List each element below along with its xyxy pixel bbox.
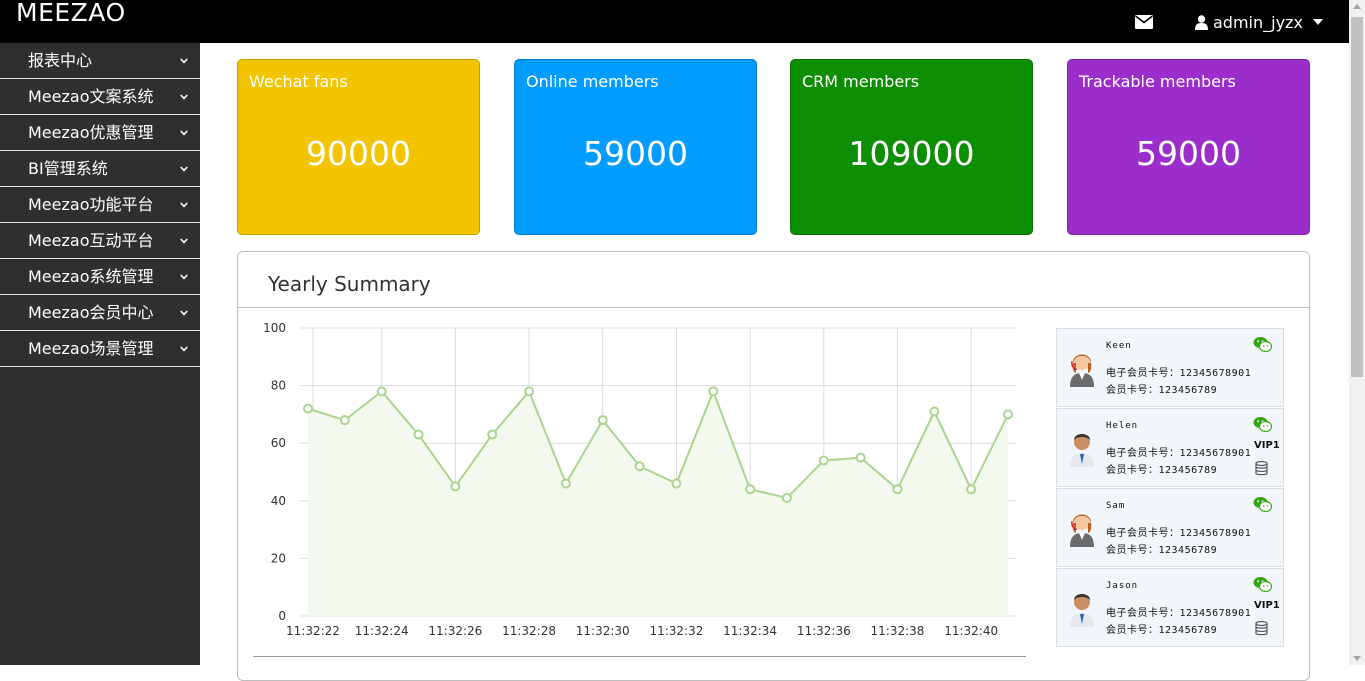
data-point [376,386,387,397]
member-name: Helen [1106,421,1139,431]
member-list: Keen 电子会员卡号：12345678901 会员卡号：123456789 Hele… [1056,328,1284,648]
data-point [1003,409,1013,420]
data-point [929,406,940,417]
data-point [892,484,903,495]
member-card-number: 会员卡号：123456789 [1106,625,1218,636]
data-point [339,415,350,426]
member-e-card-number: 电子会员卡号：12345678901 [1106,528,1252,539]
member-e-card-number: 电子会员卡号：12345678901 [1106,448,1252,459]
member-card[interactable]: Keen 电子会员卡号：12345678901 会员卡号：123456789 [1056,328,1284,407]
data-point [818,455,829,466]
y-tick-label: 60 [271,436,286,450]
yearly-summary-chart: 0 20 40 60 80 100 11:32:22 11:32:24 11:32:26 11:3… [263,321,1016,638]
female-avatar-icon [1070,354,1094,387]
scroll-up-arrow-icon[interactable] [1353,4,1361,9]
vertical-scrollbar[interactable] [1349,0,1365,665]
member-card-number: 会员卡号：123456789 [1106,385,1218,396]
chart-bottom-rule [253,656,1026,657]
user-name: admin_jyzx [1213,12,1303,32]
database-icon [1255,461,1268,476]
x-tick-label: 11:32:40 [944,624,998,638]
member-card-number: 会员卡号：123456789 [1106,545,1218,556]
y-tick-label: 20 [271,551,286,565]
data-point [413,429,424,440]
x-tick-label: 11:32:38 [871,624,925,638]
data-point [855,452,866,463]
female-avatar-icon [1070,514,1094,547]
wechat-icon[interactable] [1253,576,1272,592]
x-tick-label: 11:32:32 [649,624,703,638]
data-point [597,415,608,426]
member-name: Sam [1106,501,1126,511]
data-point [450,481,461,492]
x-tick-label: 11:32:34 [723,624,777,638]
y-tick-label: 80 [271,379,286,393]
y-tick-label: 0 [278,609,286,623]
wechat-icon[interactable] [1253,496,1272,512]
wechat-icon[interactable] [1253,416,1272,432]
male-avatar-icon [1070,594,1094,627]
member-name: Keen [1106,341,1132,351]
x-tick-label: 11:32:22 [286,624,340,638]
stat-card[interactable]: Trackable members 59000 [1067,59,1310,235]
x-tick-label: 11:32:28 [502,624,556,638]
member-e-card-number: 电子会员卡号：12345678901 [1106,608,1252,619]
stat-card-value: 59000 [1136,134,1241,173]
data-point [303,403,313,414]
data-point [634,461,645,472]
scroll-down-arrow-icon[interactable] [1353,656,1361,661]
series-area [308,391,1008,616]
user-icon [1195,14,1208,30]
y-tick-label: 40 [271,494,286,508]
x-tick-label: 11:32:24 [355,624,409,638]
member-name: Jason [1106,581,1139,591]
x-tick-label: 11:32:26 [428,624,482,638]
member-card[interactable]: Helen 电子会员卡号：12345678901 会员卡号：123456789 VIP… [1056,408,1284,487]
x-tick-label: 11:32:30 [576,624,630,638]
user-menu[interactable]: admin_jyzx [1195,11,1323,33]
male-avatar-icon [1070,434,1094,467]
data-point [487,429,498,440]
database-icon [1255,621,1268,636]
x-tick-label: 11:32:36 [797,624,851,638]
member-card-number: 会员卡号：123456789 [1106,465,1218,476]
vip-badge: VIP1 [1254,440,1280,451]
data-point [708,386,719,397]
vip-badge: VIP1 [1254,600,1280,611]
data-point [745,484,756,495]
y-tick-label: 100 [263,321,286,335]
stat-card-title: Trackable members [1079,72,1236,91]
member-e-card-number: 电子会员卡号：12345678901 [1106,368,1252,379]
member-card[interactable]: Jason 电子会员卡号：12345678901 会员卡号：123456789 VIP… [1056,568,1284,647]
data-point [781,492,792,503]
data-point [966,484,977,495]
data-point [560,478,571,489]
member-card[interactable]: Sam 电子会员卡号：12345678901 会员卡号：123456789 [1056,488,1284,567]
data-point [671,478,682,489]
wechat-icon[interactable] [1253,336,1272,352]
caret-down-icon [1312,19,1323,25]
data-point [524,386,535,397]
scroll-thumb[interactable] [1351,17,1363,377]
envelope-icon[interactable] [1135,15,1153,29]
